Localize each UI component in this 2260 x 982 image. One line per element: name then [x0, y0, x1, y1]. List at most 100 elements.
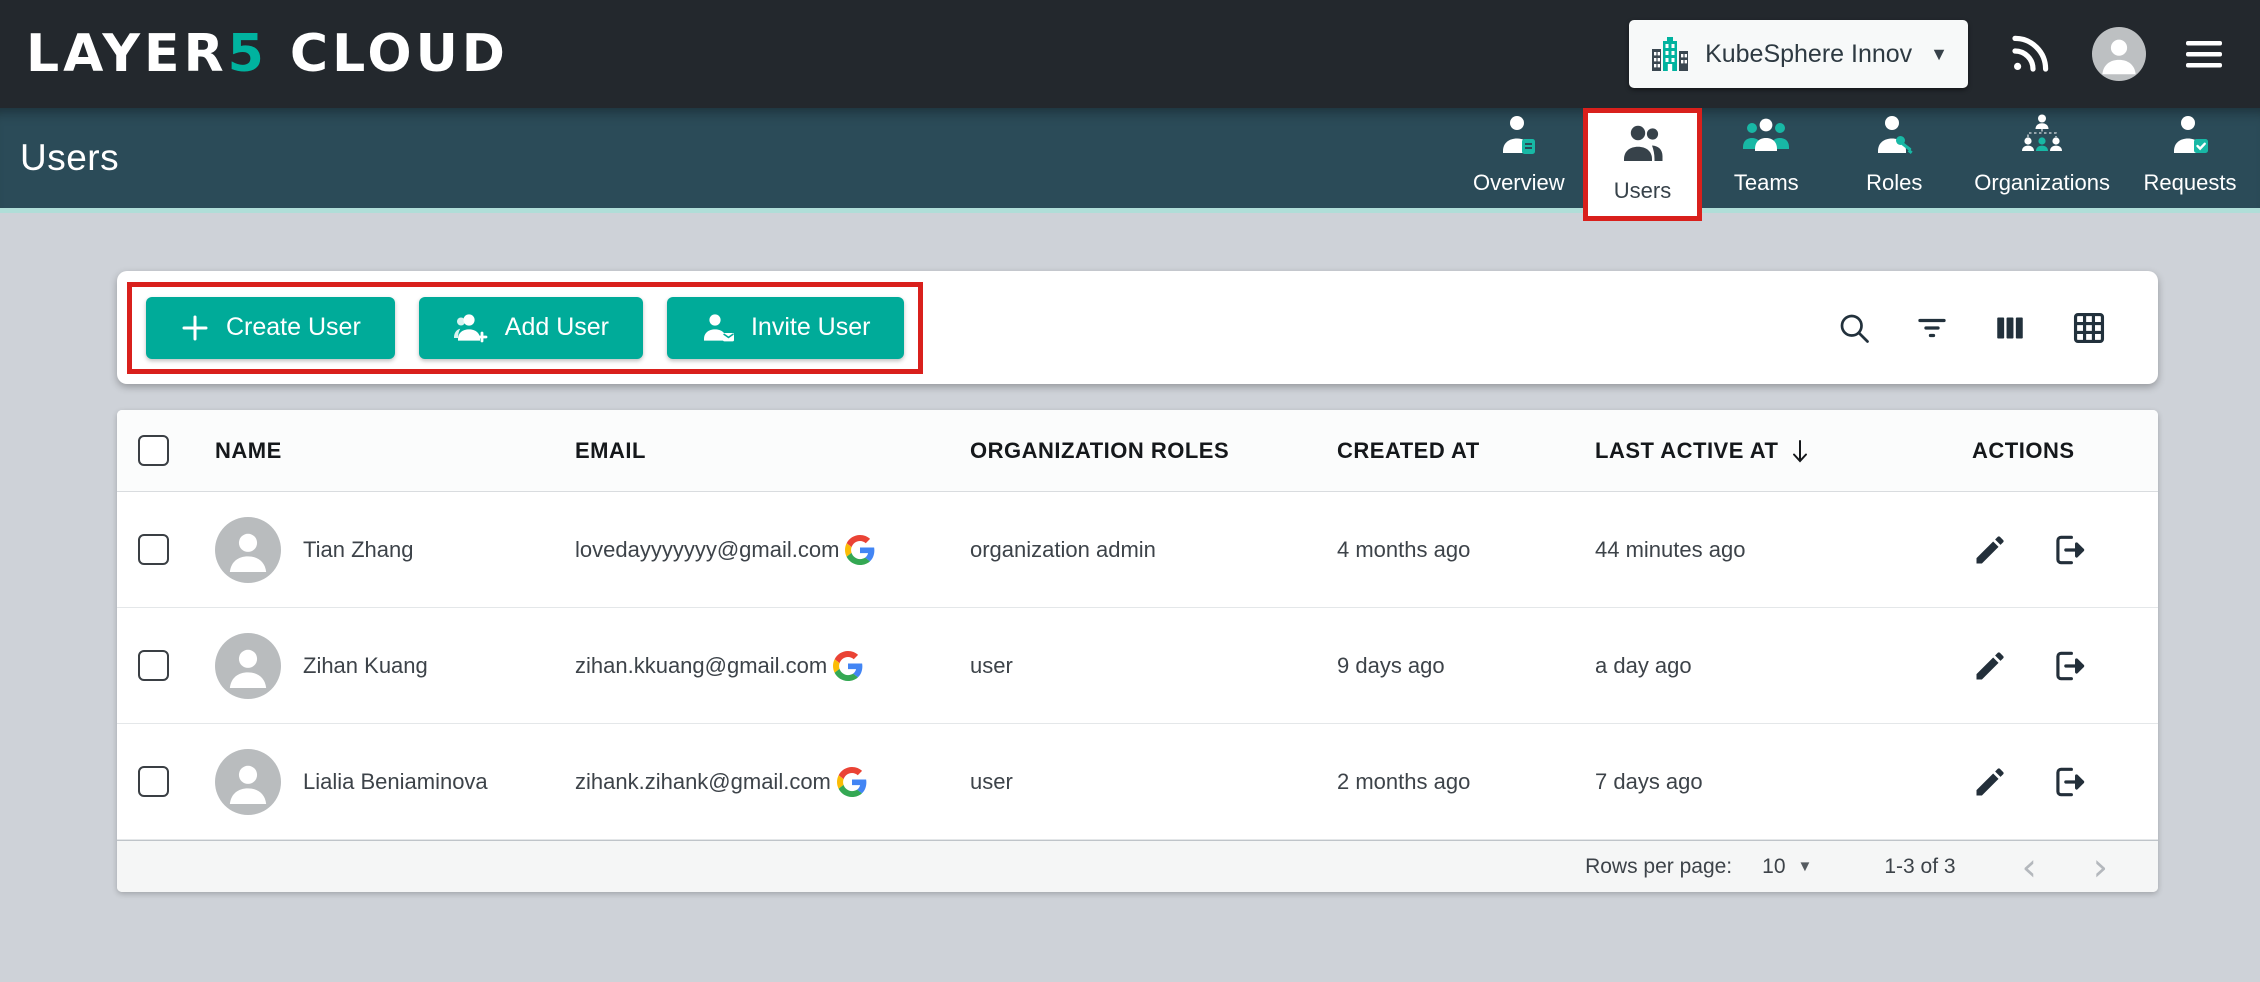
- add-user-button[interactable]: Add User: [419, 297, 643, 359]
- create-user-label: Create User: [226, 313, 361, 342]
- user-last-active-at: 7 days ago: [1595, 769, 1954, 795]
- roles-person-key-icon: [1871, 113, 1917, 162]
- user-avatar-icon: [215, 517, 281, 583]
- previous-page-button[interactable]: ‹: [2022, 848, 2037, 886]
- person-invite-icon: [701, 312, 735, 344]
- column-header-actions: ACTIONS: [1954, 438, 2158, 464]
- tab-users[interactable]: Users: [1583, 108, 1702, 208]
- select-all-checkbox[interactable]: [138, 435, 169, 466]
- organizations-hierarchy-icon: [2018, 113, 2066, 162]
- filter-icon[interactable]: [1914, 310, 1950, 346]
- google-provider-icon: [845, 535, 875, 565]
- avatar-icon: [2092, 27, 2146, 81]
- tab-organizations-label: Organizations: [1974, 170, 2110, 196]
- google-provider-icon: [837, 767, 867, 797]
- row-checkbox[interactable]: [138, 650, 169, 681]
- hamburger-menu-icon[interactable]: [2184, 37, 2224, 71]
- next-page-button[interactable]: ›: [2093, 848, 2108, 886]
- table-pagination: Rows per page: 10 ▼ 1-3 of 3 ‹ ›: [117, 840, 2158, 892]
- tab-overview-label: Overview: [1473, 170, 1565, 196]
- app-header: LAYER5 CLOUD: [0, 0, 2260, 108]
- tab-teams-label: Teams: [1734, 170, 1799, 196]
- tab-organizations[interactable]: Organizations: [1958, 108, 2126, 208]
- invite-user-label: Invite User: [751, 313, 870, 342]
- edit-user-icon[interactable]: [1972, 648, 2008, 684]
- person-add-icon: [453, 312, 489, 344]
- row-checkbox[interactable]: [138, 766, 169, 797]
- table-row[interactable]: Lialia Beniaminova zihank.zihank@gmail.c…: [117, 724, 2158, 840]
- teams-group-icon: [1741, 113, 1791, 162]
- plus-icon: [180, 313, 210, 343]
- feed-icon[interactable]: [2006, 30, 2054, 78]
- user-email: lovedayyyyyyy@gmail.com: [575, 537, 839, 563]
- nav-tabs: Overview Users: [1455, 108, 2254, 208]
- column-header-organization-roles[interactable]: ORGANIZATION ROLES: [970, 438, 1337, 464]
- user-created-at: 4 months ago: [1337, 537, 1595, 563]
- tab-teams[interactable]: Teams: [1702, 108, 1830, 208]
- column-header-name[interactable]: NAME: [215, 438, 575, 464]
- organization-icon: [1649, 33, 1691, 75]
- user-name: Lialia Beniaminova: [303, 769, 488, 795]
- column-header-created-at[interactable]: CREATED AT: [1337, 438, 1595, 464]
- pagination-range: 1-3 of 3: [1884, 855, 1955, 879]
- users-people-icon: [1619, 123, 1667, 170]
- tab-requests[interactable]: Requests: [2126, 108, 2254, 208]
- edit-user-icon[interactable]: [1972, 764, 2008, 800]
- page-title: Users: [20, 137, 119, 179]
- page-subnav: Users Overview: [0, 108, 2260, 213]
- user-last-active-at: a day ago: [1595, 653, 1954, 679]
- column-header-email[interactable]: EMAIL: [575, 438, 970, 464]
- user-email: zihan.kkuang@gmail.com: [575, 653, 827, 679]
- remove-user-icon[interactable]: [2050, 647, 2088, 685]
- logo-cloud: CLOUD: [268, 24, 509, 84]
- user-created-at: 9 days ago: [1337, 653, 1595, 679]
- column-header-last-active-at[interactable]: LAST ACTIVE AT: [1595, 438, 1954, 464]
- create-user-button[interactable]: Create User: [146, 297, 395, 359]
- tab-overview[interactable]: Overview: [1455, 108, 1583, 208]
- logo-layer: LAYER: [26, 24, 228, 84]
- tab-users-label: Users: [1614, 178, 1671, 204]
- search-icon[interactable]: [1836, 310, 1872, 346]
- user-avatar-icon: [215, 633, 281, 699]
- table-toolbar-icons: [1836, 309, 2108, 347]
- rows-per-page-value: 10: [1762, 855, 1785, 879]
- user-avatar-icon: [215, 749, 281, 815]
- edit-user-icon[interactable]: [1972, 532, 2008, 568]
- sort-desc-icon[interactable]: [1788, 438, 1812, 464]
- profile-avatar[interactable]: [2092, 27, 2146, 81]
- remove-user-icon[interactable]: [2050, 763, 2088, 801]
- user-name: Tian Zhang: [303, 537, 413, 563]
- user-role: user: [970, 769, 1337, 795]
- invite-user-button[interactable]: Invite User: [667, 297, 904, 359]
- organization-switcher[interactable]: KubeSphere Innov ▼: [1629, 20, 1968, 88]
- user-role: organization admin: [970, 537, 1337, 563]
- user-created-at: 2 months ago: [1337, 769, 1595, 795]
- grid-view-icon[interactable]: [2070, 309, 2108, 347]
- add-user-label: Add User: [505, 313, 609, 342]
- row-checkbox[interactable]: [138, 534, 169, 565]
- organization-name: KubeSphere Innov: [1705, 40, 1912, 69]
- user-email: zihank.zihank@gmail.com: [575, 769, 831, 795]
- buttons-annotation-box: Create User Add User: [127, 282, 923, 374]
- tab-requests-label: Requests: [2144, 170, 2237, 196]
- requests-person-check-icon: [2167, 113, 2213, 162]
- table-row[interactable]: Zihan Kuang zihan.kkuang@gmail.com user …: [117, 608, 2158, 724]
- rows-per-page-select[interactable]: 10 ▼: [1762, 855, 1812, 879]
- main-content: Create User Add User: [0, 213, 2260, 892]
- table-header-row: NAME EMAIL ORGANIZATION ROLES CREATED AT…: [117, 410, 2158, 492]
- chevron-down-icon: ▼: [1798, 858, 1813, 875]
- tab-roles-label: Roles: [1866, 170, 1922, 196]
- table-row[interactable]: Tian Zhang lovedayyyyyyy@gmail.com organ…: [117, 492, 2158, 608]
- chevron-down-icon: ▼: [1930, 44, 1948, 65]
- user-last-active-at: 44 minutes ago: [1595, 537, 1954, 563]
- overview-person-badge-icon: [1496, 113, 1542, 162]
- logo-five: 5: [228, 24, 268, 84]
- remove-user-icon[interactable]: [2050, 531, 2088, 569]
- tab-roles[interactable]: Roles: [1830, 108, 1958, 208]
- columns-icon[interactable]: [1992, 310, 2028, 346]
- topbar-actions: KubeSphere Innov ▼: [1629, 20, 2224, 88]
- layer5-cloud-logo: LAYER5 CLOUD: [26, 24, 509, 84]
- users-toolbar: Create User Add User: [117, 271, 2158, 384]
- google-provider-icon: [833, 651, 863, 681]
- user-name: Zihan Kuang: [303, 653, 428, 679]
